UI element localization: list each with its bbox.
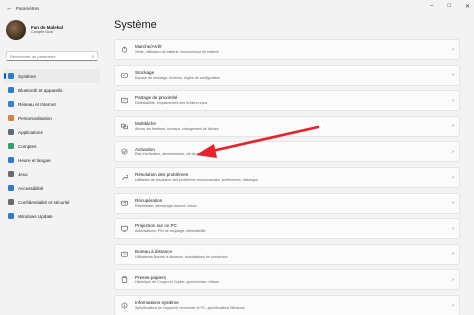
chevron-right-icon: › (452, 123, 454, 130)
chevron-right-icon: › (452, 200, 454, 207)
user-profile[interactable]: Fan de Malekal Compte local (6, 20, 63, 40)
card-subtitle: Détectabilité, emplacement des fichiers … (135, 101, 208, 106)
card-subtitle: Réinitialiser, démarrage avancé, retour (135, 203, 197, 208)
minimize-icon[interactable]: – (430, 3, 433, 10)
sidebar-item-account[interactable]: Comptes (4, 139, 100, 153)
sidebar-item-label: Personnalisation (18, 115, 52, 121)
chevron-right-icon: › (452, 302, 454, 309)
sidebar-item-label: Réseau et Internet (18, 101, 56, 107)
troubleshoot-icon (121, 174, 128, 181)
sidebar-item-gamepad[interactable]: Jeux (4, 167, 100, 181)
search-input[interactable] (10, 53, 90, 59)
sidebar-item-brush[interactable]: Personnalisation (4, 111, 100, 125)
settings-card-info[interactable]: Informations système Spécifications de l'… (114, 295, 460, 315)
close-icon[interactable]: ✕ (465, 3, 470, 10)
card-subtitle: Utilisateurs Bureau à distance, autorisa… (135, 254, 228, 259)
settings-card-clipboard[interactable]: Presse-papiers Historique de Couper et Co… (114, 269, 460, 291)
settings-card-remote-desktop[interactable]: Bureau à distance Utilisateurs Bureau à d… (114, 243, 460, 265)
chevron-right-icon: › (452, 276, 454, 283)
window-controls: – □ ✕ (430, 3, 470, 10)
chevron-right-icon: › (452, 225, 454, 232)
avatar (6, 20, 26, 40)
account-icon (8, 143, 14, 149)
card-subtitle: Spécifications de l'appareil, renommer l… (135, 305, 245, 310)
monitor-icon (8, 73, 14, 79)
title-bar: ← Paramètres (0, 0, 474, 16)
chevron-right-icon: › (452, 251, 454, 258)
settings-card-projection[interactable]: Projection sur ce PC Autorisations, PIN d… (114, 218, 460, 240)
clipboard-icon (121, 276, 128, 284)
settings-card-power[interactable]: Marche/Arrêt Veille, utilisation de batte… (114, 39, 460, 60)
window-title: Paramètres (16, 5, 40, 11)
search-box[interactable]: ⌕ (6, 51, 98, 61)
maximize-icon[interactable]: □ (447, 3, 451, 10)
card-subtitle: Ancrer les fenêtres, bureaux, changement… (135, 126, 219, 131)
card-subtitle: Historique de Couper et Copier, synchron… (135, 280, 220, 285)
settings-card-troubleshoot[interactable]: Résolution des problèmes Utilitaires de r… (114, 167, 460, 188)
sidebar-item-label: Applications (18, 129, 43, 135)
settings-card-storage[interactable]: Stockage Espace de stockage, lecteurs, rè… (114, 64, 460, 86)
page-title: Système (114, 19, 157, 31)
clock-icon (8, 157, 14, 163)
card-subtitle: Espace de stockage, lecteurs, règles de … (135, 75, 221, 80)
settings-card-activation[interactable]: Activation État d'activation, abonnements… (114, 141, 460, 163)
update-icon (8, 213, 14, 219)
settings-card-recovery[interactable]: Récupération Réinitialiser, démarrage ava… (114, 192, 460, 214)
sidebar-item-label: Confidentialité et sécurité (18, 199, 70, 205)
settings-card-share[interactable]: Partage de proximité Détectabilité, empla… (114, 90, 460, 112)
brush-icon (8, 115, 14, 121)
activation-icon (121, 148, 128, 155)
network-icon (8, 101, 14, 107)
sidebar-item-label: Système (18, 73, 36, 79)
recovery-icon (121, 200, 128, 207)
sidebar-item-label: Heure et langue (18, 157, 51, 163)
sidebar-item-network[interactable]: Réseau et Internet (4, 97, 100, 111)
card-subtitle: Autorisations, PIN de couplage, détectab… (135, 229, 206, 234)
back-arrow-icon[interactable]: ← (6, 5, 16, 12)
chevron-right-icon: › (452, 97, 454, 104)
search-icon[interactable]: ⌕ (91, 54, 94, 59)
power-icon (121, 46, 128, 53)
sidebar-item-monitor[interactable]: Système (4, 69, 100, 83)
sidebar-item-label: Comptes (18, 143, 37, 149)
share-icon (121, 97, 128, 104)
sidebar-item-clock[interactable]: Heure et langue (4, 153, 100, 167)
remote-desktop-icon (121, 251, 128, 258)
sidebar-item-apps[interactable]: Applications (4, 125, 100, 139)
info-icon (121, 302, 128, 309)
sidebar-item-label: Bluetooth et appareils (18, 87, 63, 93)
gamepad-icon (8, 171, 14, 177)
chevron-right-icon: › (452, 148, 454, 155)
sidebar-item-update[interactable]: Windows Update (4, 209, 100, 223)
multitask-icon (121, 123, 128, 130)
card-subtitle: État d'activation, abonnements, clé de p… (135, 152, 208, 157)
sidebar-item-shield[interactable]: Confidentialité et sécurité (4, 195, 100, 209)
apps-icon (8, 129, 14, 135)
sidebar-item-accessibility[interactable]: Accessibilité (4, 181, 100, 195)
profile-subtitle: Compte local (31, 30, 54, 35)
card-subtitle: Utilitaires de résolution des problèmes … (135, 177, 259, 182)
card-subtitle: Veille, utilisation de batterie, économi… (135, 49, 220, 54)
settings-card-multitask[interactable]: Multitâche Ancrer les fenêtres, bureaux, … (114, 115, 460, 137)
chevron-right-icon: › (452, 72, 454, 79)
shield-icon (8, 199, 14, 205)
chevron-right-icon: › (452, 174, 454, 181)
sidebar-item-label: Jeux (18, 171, 28, 177)
sidebar-item-label: Accessibilité (18, 185, 44, 191)
sidebar-item-bluetooth[interactable]: Bluetooth et appareils (4, 83, 100, 97)
chevron-right-icon: › (452, 46, 454, 53)
accessibility-icon (8, 185, 14, 191)
storage-icon (121, 72, 128, 79)
sidebar-item-label: Windows Update (18, 213, 53, 219)
projection-icon (121, 225, 128, 232)
sidebar-nav: Système Bluetooth et appareils Réseau et I… (4, 69, 100, 223)
bluetooth-icon (8, 87, 14, 93)
